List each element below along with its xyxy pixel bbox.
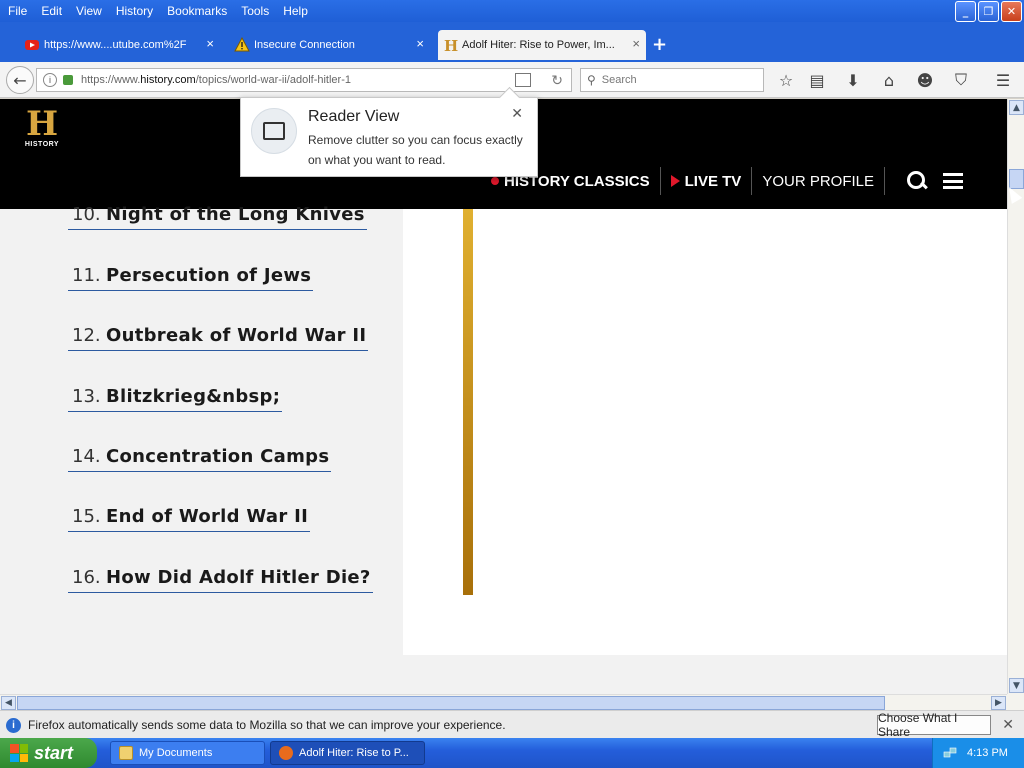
tab-label: Adolf Hiter: Rise to Power, Im...	[462, 39, 615, 51]
hello-icon[interactable]: ☻	[914, 69, 936, 91]
menu-icon[interactable]	[943, 173, 963, 189]
menu-history[interactable]: History	[110, 4, 159, 18]
menu-help[interactable]: Help	[277, 4, 314, 18]
reader-view-icon	[251, 108, 297, 154]
bookmark-star-icon[interactable]: ☆	[775, 69, 797, 91]
reader-view-description: Remove clutter so you can focus exactly …	[308, 133, 523, 167]
gold-accent-bar	[463, 209, 473, 595]
menu-view[interactable]: View	[70, 4, 108, 18]
firefox-icon	[279, 746, 293, 760]
horizontal-scrollbar[interactable]: ◀ ▶	[0, 694, 1007, 710]
svg-text:H: H	[444, 37, 458, 53]
back-button[interactable]: ←	[6, 66, 34, 94]
article-panel	[403, 209, 1007, 655]
network-icon[interactable]	[943, 746, 957, 760]
tab-insecure-connection[interactable]: Insecure Connection ×	[230, 30, 430, 60]
download-icon[interactable]: ⬇	[842, 69, 864, 91]
search-icon[interactable]	[905, 170, 927, 192]
menu-tools[interactable]: Tools	[235, 4, 275, 18]
windows-flag-icon	[10, 744, 28, 762]
restore-button[interactable]: ❐	[978, 1, 999, 22]
close-notification-icon[interactable]: ✕	[1002, 716, 1014, 733]
url-bar[interactable]: i https://www.history.com/topics/world-w…	[36, 68, 572, 92]
toc-item[interactable]: 11. Persecution of Jews	[68, 265, 314, 291]
toc-item[interactable]: 12. Outbreak of World War II	[68, 325, 369, 351]
tab-label: Insecure Connection	[254, 39, 355, 51]
home-icon[interactable]: ⌂	[878, 69, 900, 91]
horizontal-scroll-thumb[interactable]	[17, 696, 885, 710]
page-content: H HISTORY HISTORY CLASSICS LIVE TV YOUR P…	[0, 99, 1007, 694]
nav-live-tv[interactable]: LIVE TV	[659, 167, 752, 195]
notification-text: Firefox automatically sends some data to…	[28, 718, 506, 732]
taskbar-item-firefox[interactable]: Adolf Hiter: Rise to P...	[270, 741, 425, 765]
warning-icon	[234, 37, 250, 52]
minimize-button[interactable]: _	[955, 1, 976, 22]
window-controls: _ ❐ ✕	[955, 1, 1022, 22]
menu-edit[interactable]: Edit	[35, 4, 68, 18]
red-dot-icon	[491, 177, 500, 185]
hamburger-menu-icon[interactable]: ☰	[992, 69, 1014, 91]
reader-view-popup: Reader View Remove clutter so you can fo…	[240, 97, 538, 177]
taskbar: start My Documents Adolf Hiter: Rise to …	[0, 738, 1024, 768]
toc-item[interactable]: 14. Concentration Camps	[68, 446, 332, 472]
close-tab-icon[interactable]: ×	[416, 36, 424, 51]
menu-file[interactable]: File	[2, 4, 33, 18]
taskbar-item-my-documents[interactable]: My Documents	[110, 741, 265, 765]
search-icon: ⚲	[587, 73, 596, 87]
nav-icons	[884, 167, 973, 195]
tab-strip: https://www....utube.com%2F × Insecure C…	[0, 22, 1024, 62]
history-favicon-icon: H	[444, 37, 458, 53]
scrollbar-corner	[1007, 694, 1024, 710]
youtube-icon	[25, 40, 39, 50]
close-window-button[interactable]: ✕	[1001, 1, 1022, 22]
scroll-left-arrow-icon[interactable]: ◀	[1, 696, 16, 710]
toc-item[interactable]: 15. End of World War II	[68, 506, 311, 532]
nav-your-profile[interactable]: YOUR PROFILE	[751, 167, 884, 195]
folder-icon	[119, 746, 133, 760]
close-tab-icon[interactable]: ×	[632, 36, 640, 51]
site-info-icon[interactable]: i	[43, 73, 57, 87]
scroll-down-arrow-icon[interactable]: ▼	[1009, 678, 1024, 693]
tab-label: https://www....utube.com%2F	[44, 39, 187, 51]
notification-bar: i Firefox automatically sends some data …	[0, 710, 1024, 739]
scroll-up-arrow-icon[interactable]: ▲	[1009, 100, 1024, 115]
history-logo[interactable]: H HISTORY	[24, 107, 60, 149]
clock: 4:13 PM	[967, 747, 1008, 759]
menu-bookmarks[interactable]: Bookmarks	[161, 4, 233, 18]
tab-adolf-hitler[interactable]: H Adolf Hiter: Rise to Power, Im... ×	[438, 30, 646, 60]
start-button[interactable]: start	[0, 738, 97, 768]
new-tab-button[interactable]: +	[652, 34, 667, 55]
toc-item[interactable]: 13. Blitzkrieg&nbsp;	[68, 386, 283, 412]
play-icon	[670, 175, 680, 187]
back-arrow-icon: ←	[13, 70, 27, 90]
choose-what-i-share-button[interactable]: Choose What I Share	[877, 711, 991, 739]
reader-view-title: Reader View	[308, 108, 400, 125]
pocket-icon[interactable]: ⛉	[950, 69, 972, 91]
tab-youtube[interactable]: https://www....utube.com%2F ×	[20, 30, 220, 60]
system-tray: 4:13 PM	[932, 738, 1024, 768]
search-placeholder: Search	[601, 74, 637, 86]
lock-icon	[63, 75, 73, 85]
site-nav: HISTORY CLASSICS LIVE TV YOUR PROFILE	[481, 167, 973, 195]
reading-list-icon[interactable]: ▤	[806, 69, 828, 91]
info-icon: i	[6, 718, 21, 733]
url-text: https://www.history.com/topics/world-war…	[81, 74, 351, 86]
search-input[interactable]: ⚲ Search	[580, 68, 764, 92]
close-tab-icon[interactable]: ×	[206, 36, 214, 51]
reload-icon[interactable]: ↻	[551, 72, 563, 89]
toc-item[interactable]: 16. How Did Adolf Hitler Die?	[68, 567, 373, 593]
scroll-right-arrow-icon[interactable]: ▶	[991, 696, 1006, 710]
reader-view-icon[interactable]	[515, 73, 531, 87]
close-popup-icon[interactable]: ✕	[511, 106, 523, 122]
menu-bar: File Edit View History Bookmarks Tools H…	[0, 0, 1024, 22]
toc-item[interactable]: 10. Night of the Long Knives	[68, 204, 367, 230]
